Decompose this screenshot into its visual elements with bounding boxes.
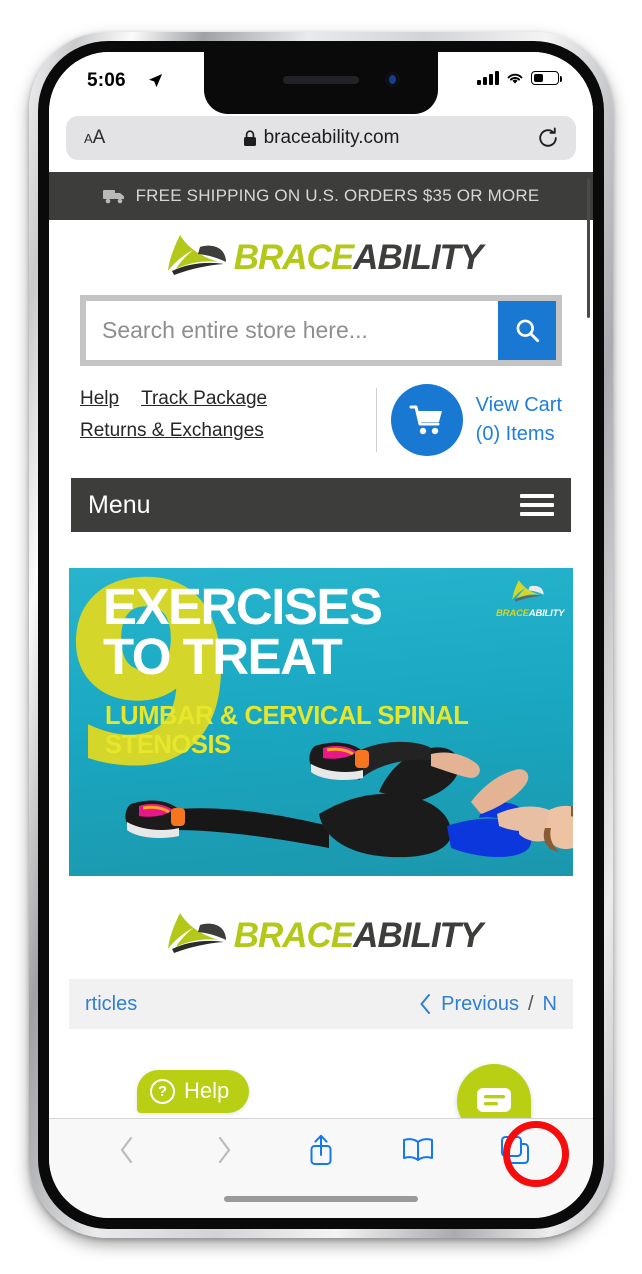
shipping-banner-text: FREE SHIPPING ON U.S. ORDERS $35 OR MORE (135, 186, 540, 205)
track-package-link[interactable]: Track Package (141, 388, 267, 410)
status-bar-time: 5:06 (87, 70, 126, 91)
chevron-left-icon (121, 1136, 133, 1164)
cart-items-count[interactable]: (0) Items (476, 420, 562, 449)
logo-wordmark: BRACEABILITY (233, 916, 484, 956)
logo-brace-text: BRACE (233, 916, 354, 955)
utility-links: Help Track Package Returns & Exchanges (80, 388, 376, 452)
forward-button[interactable] (176, 1136, 273, 1164)
chevron-left-icon (420, 994, 431, 1014)
hero-logo: BRACEABILITY (496, 579, 565, 619)
free-shipping-banner: FREE SHIPPING ON U.S. ORDERS $35 OR MORE (49, 172, 593, 220)
next-link[interactable]: N (543, 993, 557, 1016)
safari-bottom-toolbar (49, 1118, 593, 1218)
cellular-signal-icon (477, 71, 499, 85)
help-widget-button[interactable]: ? Help (137, 1070, 250, 1113)
logo-ability-text: ABILITY (353, 238, 483, 277)
search-button[interactable] (498, 301, 556, 360)
tabs-button[interactable] (466, 1135, 563, 1165)
logo-wordmark: BRACEABILITY (233, 238, 484, 278)
exercise-figure-image (125, 741, 573, 858)
shopping-cart-icon (409, 405, 442, 435)
share-button[interactable] (273, 1133, 370, 1167)
main-menu-bar[interactable]: Menu (71, 478, 571, 532)
share-icon (310, 1134, 332, 1165)
returns-exchanges-link[interactable]: Returns & Exchanges (80, 420, 264, 442)
cart-labels: View Cart (0) Items (476, 391, 562, 449)
home-indicator[interactable] (224, 1196, 418, 1202)
question-mark-icon: ? (150, 1078, 175, 1104)
book-icon (402, 1138, 433, 1161)
location-arrow-icon (148, 73, 163, 88)
wifi-icon (507, 73, 523, 84)
back-to-articles-link[interactable]: rticles (85, 993, 137, 1016)
braceability-swoosh-icon (167, 235, 226, 275)
logo-brace-text: BRACE (233, 238, 354, 277)
lock-icon (243, 129, 256, 146)
nav-separator: / (527, 992, 534, 1015)
hero-logo-ability: ABILITY (528, 608, 565, 619)
chat-bubble-icon (477, 1088, 511, 1112)
tabs-icon (500, 1136, 529, 1164)
chevron-right-icon (219, 1136, 231, 1164)
notch (204, 52, 438, 114)
utility-row: Help Track Package Returns & Exchanges V… (80, 384, 562, 456)
front-camera (385, 72, 400, 87)
iphone-device-frame: 5:06 AA braceability.com FREE SHIPPING O… (29, 32, 613, 1238)
bookmarks-button[interactable] (369, 1137, 466, 1163)
safari-address-bar-area: AA braceability.com (49, 110, 593, 172)
phone-bezel: 5:06 AA braceability.com FREE SHIPPING O… (38, 41, 604, 1229)
page-scrollbar[interactable] (587, 178, 590, 318)
previous-link[interactable]: Previous (441, 993, 519, 1016)
search-input[interactable] (86, 301, 498, 360)
address-bar[interactable]: AA braceability.com (66, 116, 576, 160)
search-icon (516, 319, 539, 343)
help-widget-label: Help (184, 1078, 230, 1103)
web-content-viewport[interactable]: FREE SHIPPING ON U.S. ORDERS $35 OR MORE… (49, 172, 593, 1118)
hero-logo-wordmark: BRACEABILITY (496, 608, 565, 619)
logo-ability-text: ABILITY (353, 916, 483, 955)
battery-icon (531, 71, 563, 85)
truck-icon (102, 190, 124, 204)
reload-icon[interactable] (537, 127, 559, 149)
menu-label: Menu (88, 490, 151, 519)
article-navigation-bar: rticles Previous / N (69, 979, 573, 1029)
site-logo-header[interactable]: BRACEABILITY (49, 220, 593, 287)
url-text: braceability.com (263, 127, 400, 148)
status-bar-indicators (477, 71, 563, 85)
site-logo-footer[interactable]: BRACEABILITY (49, 898, 593, 965)
utility-divider (375, 388, 377, 452)
url-display: braceability.com (66, 127, 576, 149)
cart-icon-circle[interactable] (390, 384, 463, 456)
search-container (80, 295, 562, 366)
hero-logo-brace: BRACE (496, 608, 529, 619)
hamburger-icon[interactable] (520, 489, 554, 522)
view-cart-label[interactable]: View Cart (476, 391, 562, 420)
back-button[interactable] (79, 1136, 176, 1164)
hero-title-line2: TO TREAT (103, 627, 343, 685)
earpiece-speaker (283, 76, 359, 84)
phone-screen: 5:06 AA braceability.com FREE SHIPPING O… (49, 52, 593, 1218)
braceability-swoosh-icon (512, 580, 544, 602)
cart-block[interactable]: View Cart (0) Items (390, 384, 562, 456)
braceability-swoosh-icon (167, 913, 226, 953)
hero-banner[interactable]: 9 EXERCISES TO TREAT LUMBAR & CERVICAL S… (69, 568, 573, 876)
prev-next-nav: Previous / N (419, 993, 557, 1016)
help-link[interactable]: Help (80, 388, 119, 410)
